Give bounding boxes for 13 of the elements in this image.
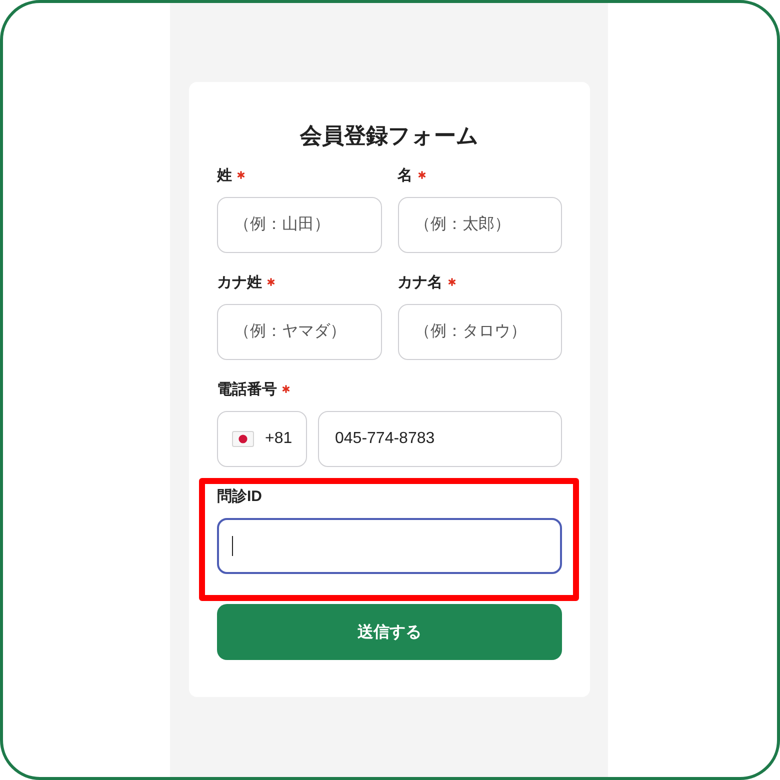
field-label: 名 [398, 166, 412, 186]
field-label: 電話番号 [217, 380, 277, 400]
country-code-selector[interactable]: +81 [217, 411, 307, 467]
phone-number-field[interactable]: 045-774-8783 [318, 411, 562, 467]
field-label: カナ名 [398, 273, 442, 293]
submit-button[interactable]: 送信する [217, 604, 562, 660]
field-label: 問診ID [217, 487, 262, 507]
field-label: 姓 [217, 166, 232, 186]
field-label: カナ姓 [217, 273, 262, 293]
text-field[interactable] [217, 518, 562, 574]
text-cursor-icon [232, 536, 233, 556]
flag-icon [232, 431, 254, 447]
form-title: 会員登録フォーム [298, 122, 480, 150]
